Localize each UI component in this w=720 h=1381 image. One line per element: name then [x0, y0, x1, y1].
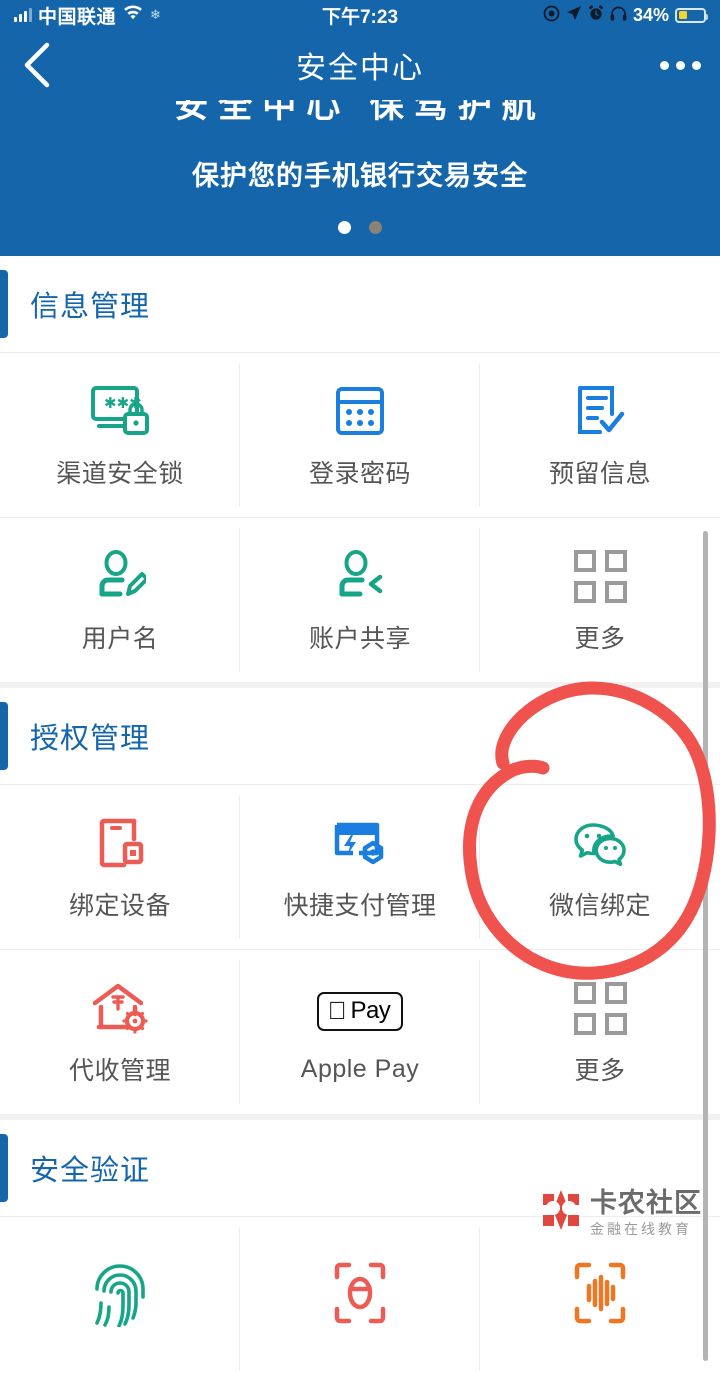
location-arrow-icon — [566, 5, 582, 25]
grid-item-label: 绑定设备 — [68, 892, 171, 920]
grid-item-label: 更多 — [574, 1057, 626, 1085]
nav-bar: 安全中心 — [0, 30, 720, 100]
page-title: 安全中心 — [296, 52, 424, 85]
user-share-icon — [334, 545, 386, 607]
grid-item-apple-pay[interactable]:  Pay Apple Pay — [240, 949, 480, 1114]
screen-password-lock-icon: ✱✱✱ — [89, 380, 151, 442]
grid-item-label: 渠道安全锁 — [56, 460, 184, 488]
grid-info-management: ✱✱✱ 渠道安全锁 登录密码 预留信息 用户名 账户共享 更多 — [0, 352, 720, 682]
keypad-icon — [334, 380, 386, 442]
apple-logo-icon:  — [328, 998, 347, 1024]
voiceprint-icon — [572, 1262, 628, 1324]
headphones-icon — [610, 6, 627, 25]
promo-banner[interactable]: 安全中心 保驾护航 保护您的手机银行交易安全 — [0, 100, 720, 256]
grid-item-account-sharing[interactable]: 账户共享 — [240, 517, 480, 682]
battery-icon — [675, 7, 708, 23]
grid-more-icon — [573, 977, 627, 1039]
apple-pay-wordmark: Pay — [341, 997, 390, 1024]
section-title: 信息管理 — [30, 291, 151, 323]
grid-item-face-scan[interactable] — [240, 1216, 480, 1381]
snowflake-icon: ❄ — [150, 7, 161, 22]
banner-headline: 安全中心 保驾护航 — [174, 100, 546, 125]
grid-authorization-management: 绑定设备 快捷支付管理 微信绑定 代收管理 Pay Apple Pay 更多 — [0, 784, 720, 1114]
status-bar-left: 中国联通 ❄ — [14, 2, 161, 29]
carousel-dots[interactable] — [0, 221, 720, 234]
grid-item-label: 账户共享 — [308, 625, 411, 653]
alarm-clock-icon — [588, 5, 604, 25]
grid-item-label: 更多 — [574, 625, 626, 653]
house-payment-gear-icon — [91, 977, 149, 1039]
carousel-dot-inactive[interactable] — [369, 221, 382, 234]
section-header-info-management: 信息管理 — [0, 256, 720, 352]
wechat-icon — [571, 812, 629, 874]
section-header-authorization-management: 授权管理 — [0, 688, 720, 784]
section-title: 授权管理 — [30, 723, 151, 755]
grid-item-label: 预留信息 — [548, 460, 651, 488]
grid-item-label: 快捷支付管理 — [283, 892, 437, 920]
grid-item-bound-device[interactable]: 绑定设备 — [0, 784, 240, 949]
grid-item-voiceprint[interactable] — [480, 1216, 720, 1381]
user-edit-icon — [94, 545, 146, 607]
document-check-icon — [574, 380, 626, 442]
status-bar-right: 34% — [543, 4, 708, 26]
grid-item-wechat-binding[interactable]: 微信绑定 — [480, 784, 720, 949]
battery-percent-label: 34% — [632, 4, 669, 25]
grid-item-login-password[interactable]: 登录密码 — [240, 352, 480, 517]
status-bar: 中国联通 ❄ 下午7:23 34% — [0, 0, 720, 30]
signal-bars-icon — [14, 8, 32, 22]
vertical-scrollbar[interactable] — [703, 531, 708, 1361]
grid-security-verification — [0, 1216, 720, 1381]
grid-more-icon — [573, 545, 627, 607]
grid-item-label: 登录密码 — [308, 460, 411, 488]
banner-subtitle: 保护您的手机银行交易安全 — [192, 161, 528, 191]
grid-item-reserved-info[interactable]: 预留信息 — [480, 352, 720, 517]
grid-item-label: 微信绑定 — [548, 892, 651, 920]
fingerprint-icon — [91, 1262, 149, 1327]
screen-record-icon — [543, 5, 560, 26]
device-bind-icon — [96, 812, 144, 874]
section-header-security-verification: 安全验证 — [0, 1120, 720, 1216]
grid-item-label: Apple Pay — [300, 1054, 420, 1083]
carrier-label: 中国联通 — [38, 6, 117, 28]
grid-item-more-authorization[interactable]: 更多 — [480, 949, 720, 1114]
apple-pay-icon:  Pay — [316, 981, 404, 1043]
grid-item-channel-security-lock[interactable]: ✱✱✱ 渠道安全锁 — [0, 352, 240, 517]
grid-item-collection-management[interactable]: 代收管理 — [0, 949, 240, 1114]
carousel-dot-active[interactable] — [338, 221, 351, 234]
face-scan-icon — [332, 1262, 388, 1324]
grid-item-quick-pay-management[interactable]: 快捷支付管理 — [240, 784, 480, 949]
wifi-icon — [122, 5, 144, 26]
grid-item-label: 用户名 — [81, 625, 159, 653]
section-title: 安全验证 — [30, 1155, 151, 1187]
content-scroll-area[interactable]: 信息管理 ✱✱✱ 渠道安全锁 登录密码 预留信息 用户名 账户共享 更多 授权管… — [0, 256, 720, 1381]
quick-pay-card-icon — [331, 812, 389, 874]
grid-item-more-info[interactable]: 更多 — [480, 517, 720, 682]
grid-item-username[interactable]: 用户名 — [0, 517, 240, 682]
grid-item-fingerprint[interactable] — [0, 1216, 240, 1381]
grid-item-label: 代收管理 — [68, 1057, 171, 1085]
